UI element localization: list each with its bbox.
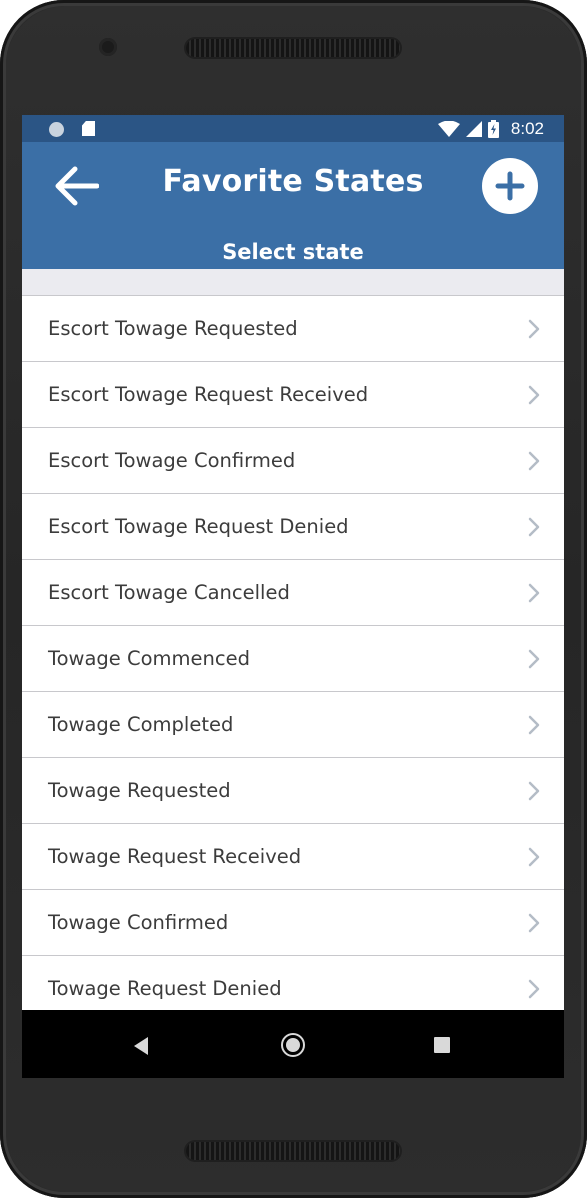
list-item[interactable]: Escort Towage Confirmed	[22, 428, 564, 494]
list-item[interactable]: Escort Towage Requested	[22, 296, 564, 362]
list-item[interactable]: Towage Confirmed	[22, 890, 564, 956]
list-item-label: Escort Towage Request Denied	[48, 515, 349, 538]
phone-frame: 8:02 Favorite States Select state Escort…	[0, 0, 587, 1198]
cell-signal-icon	[465, 121, 482, 137]
bottom-speaker	[186, 1142, 400, 1160]
status-time: 8:02	[510, 119, 544, 138]
chevron-right-icon	[528, 385, 540, 405]
list-item[interactable]: Towage Requested	[22, 758, 564, 824]
list-item-label: Escort Towage Confirmed	[48, 449, 296, 472]
chevron-right-icon	[528, 715, 540, 735]
app-bar: Favorite States Select state	[22, 142, 564, 269]
list-item[interactable]: Escort Towage Cancelled	[22, 560, 564, 626]
list-item-label: Escort Towage Request Received	[48, 383, 369, 406]
screen: 8:02 Favorite States Select state Escort…	[22, 115, 564, 1078]
list-item-label: Towage Requested	[48, 779, 231, 802]
list-item-label: Towage Request Received	[48, 845, 302, 868]
chevron-right-icon	[528, 979, 540, 999]
nav-home-dot	[286, 1038, 300, 1052]
front-camera	[99, 38, 117, 56]
page-subtitle: Select state	[222, 240, 364, 264]
plus-icon	[495, 171, 525, 201]
list-item[interactable]: Escort Towage Request Received	[22, 362, 564, 428]
list-item-label: Towage Request Denied	[48, 977, 282, 1000]
list-item-label: Towage Commenced	[48, 647, 250, 670]
chevron-right-icon	[528, 781, 540, 801]
status-bar-right: 8:02	[437, 119, 544, 139]
chevron-right-icon	[528, 583, 540, 603]
status-bar: 8:02	[22, 115, 564, 142]
nav-recents-icon[interactable]	[434, 1037, 450, 1053]
list-item[interactable]: Towage Completed	[22, 692, 564, 758]
list-item[interactable]: Escort Towage Request Denied	[22, 494, 564, 560]
add-state-button[interactable]	[482, 158, 538, 214]
list-item[interactable]: Towage Request Received	[22, 824, 564, 890]
list-item-label: Towage Confirmed	[48, 911, 229, 934]
notification-circle-icon	[49, 122, 64, 137]
chevron-right-icon	[528, 649, 540, 669]
chevron-right-icon	[528, 913, 540, 933]
list-item[interactable]: Towage Commenced	[22, 626, 564, 692]
list-item-label: Escort Towage Requested	[48, 317, 298, 340]
chevron-right-icon	[528, 451, 540, 471]
chevron-right-icon	[528, 319, 540, 339]
chevron-right-icon	[528, 517, 540, 537]
state-list: Escort Towage Requested Escort Towage Re…	[22, 296, 564, 1022]
nav-home-icon[interactable]	[281, 1033, 305, 1057]
nav-back-icon[interactable]	[134, 1037, 148, 1055]
earpiece-speaker	[186, 39, 400, 57]
wifi-icon	[437, 121, 460, 137]
chevron-right-icon	[528, 847, 540, 867]
sd-card-icon	[82, 121, 95, 136]
list-item-label: Escort Towage Cancelled	[48, 581, 290, 604]
battery-charging-icon	[487, 120, 499, 138]
list-header-band	[22, 269, 564, 296]
list-item-label: Towage Completed	[48, 713, 234, 736]
system-nav-bar	[22, 1010, 564, 1078]
